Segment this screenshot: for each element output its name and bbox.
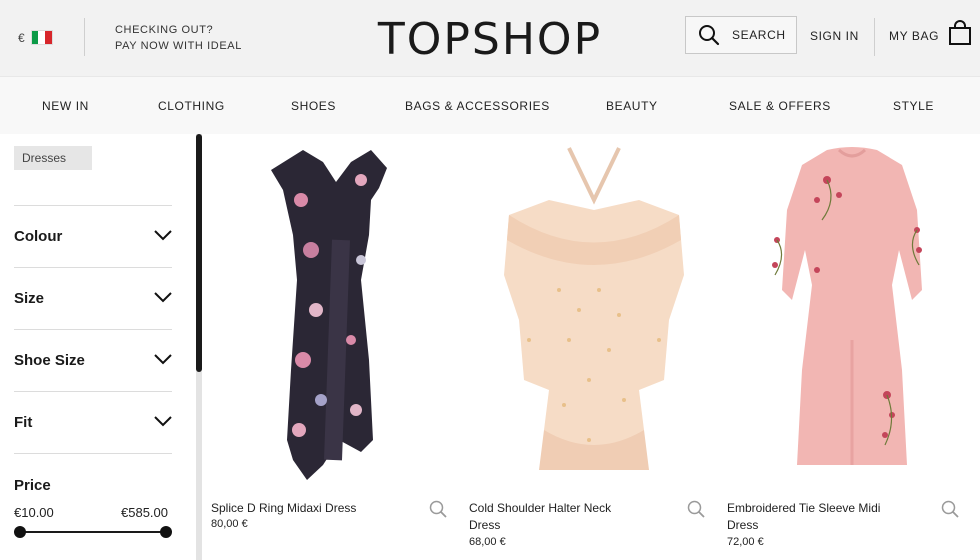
nav-beauty[interactable]: BEAUTY bbox=[606, 99, 658, 113]
selected-category-chip[interactable]: Dresses bbox=[14, 146, 92, 170]
price-slider-min-handle[interactable] bbox=[14, 526, 26, 538]
nav-shoes[interactable]: SHOES bbox=[291, 99, 336, 113]
search-label: SEARCH bbox=[732, 28, 786, 42]
product-price: 68,00 € bbox=[469, 536, 506, 548]
shopping-bag-icon[interactable] bbox=[948, 20, 972, 46]
nav-sale-offers[interactable]: SALE & OFFERS bbox=[729, 99, 831, 113]
my-bag-link[interactable]: MY BAG bbox=[889, 29, 939, 43]
nav-new-in[interactable]: NEW IN bbox=[42, 99, 89, 113]
filter-label: Colour bbox=[14, 228, 63, 245]
search-icon bbox=[699, 25, 720, 46]
product-price: 80,00 € bbox=[211, 518, 248, 530]
nav-style[interactable]: STYLE bbox=[893, 99, 934, 113]
price-max-value: €585.00 bbox=[121, 505, 168, 520]
product-name[interactable]: Splice D Ring Midaxi Dress bbox=[211, 500, 356, 517]
main-navigation: NEW IN CLOTHING SHOES BAGS & ACCESSORIES… bbox=[0, 76, 980, 134]
filter-size[interactable]: Size bbox=[14, 267, 172, 329]
search-button[interactable]: SEARCH bbox=[685, 16, 797, 54]
filter-colour[interactable]: Colour bbox=[14, 205, 172, 267]
filter-fit[interactable]: Fit bbox=[14, 391, 172, 453]
filter-label: Shoe Size bbox=[14, 352, 85, 369]
quick-view-zoom-icon[interactable] bbox=[941, 500, 959, 518]
nav-bags-accessories[interactable]: BAGS & ACCESSORIES bbox=[405, 99, 550, 113]
chevron-down-icon bbox=[154, 416, 172, 427]
filter-label: Fit bbox=[14, 414, 33, 431]
product-image[interactable] bbox=[211, 140, 461, 485]
product-image[interactable] bbox=[469, 140, 719, 485]
chevron-down-icon bbox=[154, 292, 172, 303]
chevron-down-icon bbox=[154, 354, 172, 365]
quick-view-zoom-icon[interactable] bbox=[687, 500, 705, 518]
chevron-down-icon bbox=[154, 230, 172, 241]
filter-label: Size bbox=[14, 290, 45, 307]
quick-view-zoom-icon[interactable] bbox=[429, 500, 447, 518]
price-filter-title: Price bbox=[14, 477, 51, 494]
product-name-line-1[interactable]: Cold Shoulder Halter Neck bbox=[469, 500, 611, 517]
header-divider bbox=[874, 18, 875, 56]
price-min-value: €10.00 bbox=[14, 505, 54, 520]
product-name-line-2[interactable]: Dress bbox=[727, 517, 758, 534]
sidebar-scrollbar[interactable] bbox=[196, 134, 202, 560]
product-name-line-2[interactable]: Dress bbox=[469, 517, 500, 534]
price-slider-track[interactable] bbox=[19, 531, 167, 533]
nav-clothing[interactable]: CLOTHING bbox=[158, 99, 225, 113]
price-slider-max-handle[interactable] bbox=[160, 526, 172, 538]
product-price: 72,00 € bbox=[727, 536, 764, 548]
filter-shoe-size[interactable]: Shoe Size bbox=[14, 329, 172, 391]
product-image[interactable] bbox=[727, 140, 977, 485]
filter-divider bbox=[14, 453, 172, 457]
scrollbar-thumb[interactable] bbox=[196, 134, 202, 372]
sign-in-link[interactable]: SIGN IN bbox=[810, 29, 859, 43]
product-name-line-1[interactable]: Embroidered Tie Sleeve Midi bbox=[727, 500, 880, 517]
top-header: € CHECKING OUT? PAY NOW WITH IDEAL TOPSH… bbox=[0, 0, 980, 76]
